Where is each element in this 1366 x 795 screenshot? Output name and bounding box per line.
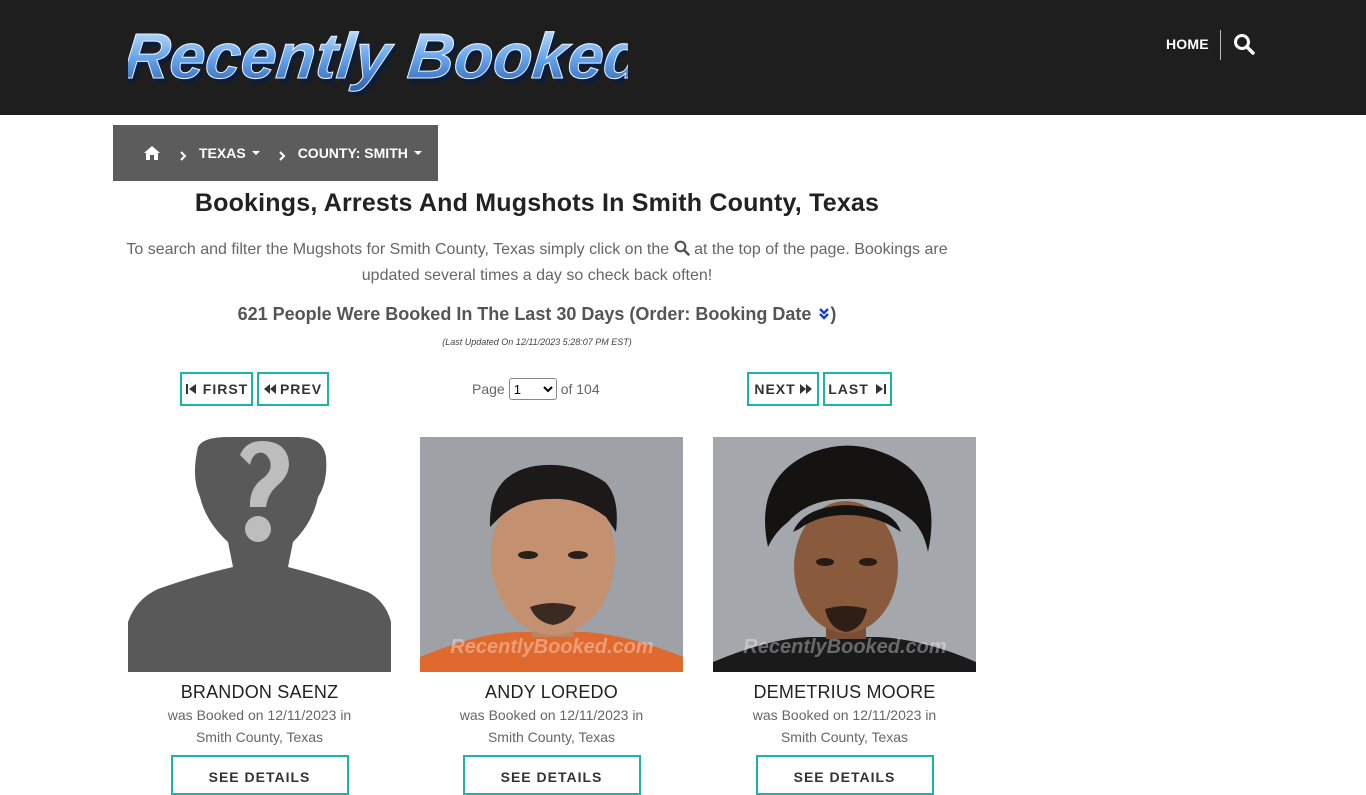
breadcrumb-state-dropdown[interactable]: TEXAS: [199, 145, 260, 161]
backward-icon: [263, 384, 276, 394]
booking-location-line: Smith County, Texas: [487, 729, 616, 745]
nav-divider: [1220, 30, 1221, 60]
see-details-button[interactable]: SEE DETAILS: [755, 755, 934, 795]
booking-count: 621 People Were Booked In The Last 30 Da…: [113, 304, 961, 325]
home-icon[interactable]: [143, 145, 161, 161]
breadcrumb: TEXAS COUNTY: SMITH: [113, 125, 438, 181]
caret-down-icon: [251, 151, 260, 155]
page-label: Page: [472, 381, 505, 397]
first-icon: [185, 384, 196, 394]
page-total-label: of 104: [560, 381, 600, 397]
svg-text:Recently Booked: Recently Booked: [128, 20, 628, 92]
double-chevron-down-icon[interactable]: [818, 305, 830, 320]
logo-graphic: Recently Booked Recently Booked: [120, 20, 653, 96]
forward-icon: [799, 384, 812, 394]
booking-card: RecentlyBooked.com DEMETRIUS MOORE was B…: [713, 437, 976, 795]
booking-date-line: was Booked on 12/11/2023 in: [167, 707, 352, 723]
booking-date-line: was Booked on 12/11/2023 in: [752, 707, 937, 723]
last-updated: (Last Updated On 12/11/2023 5:28:07 PM E…: [442, 337, 632, 347]
booking-location-line: Smith County, Texas: [780, 729, 909, 745]
booking-photo-placeholder[interactable]: [128, 437, 391, 672]
site-logo[interactable]: Recently Booked Recently Booked: [120, 18, 653, 98]
booking-name[interactable]: BRANDON SAENZ: [128, 682, 391, 703]
page-select[interactable]: 1: [508, 378, 557, 400]
mugshot-image: RecentlyBooked.com: [420, 437, 683, 672]
booking-name[interactable]: DEMETRIUS MOORE: [713, 682, 976, 703]
breadcrumb-state-label: TEXAS: [199, 145, 246, 161]
last-page-label: LAST: [828, 381, 869, 397]
booking-location-line: Smith County, Texas: [195, 729, 324, 745]
booking-count-close: ): [830, 304, 837, 324]
page-selector: Page 1 of 104: [472, 378, 600, 400]
prev-page-button[interactable]: PREV: [257, 372, 329, 406]
svg-text:RecentlyBooked.com: RecentlyBooked.com: [743, 636, 946, 658]
search-icon[interactable]: [1233, 33, 1255, 55]
description-text-start: To search and filter the Mugshots for Sm…: [126, 241, 670, 258]
page-description: To search and filter the Mugshots for Sm…: [113, 237, 961, 289]
breadcrumb-county-dropdown[interactable]: COUNTY: SMITH: [298, 145, 422, 161]
booking-mugshot[interactable]: RecentlyBooked.com: [713, 437, 976, 672]
svg-text:RecentlyBooked.com: RecentlyBooked.com: [450, 636, 653, 658]
booking-card: BRANDON SAENZ was Booked on 12/11/2023 i…: [128, 437, 391, 795]
chevron-right-icon: [278, 148, 286, 161]
booking-date-line: was Booked on 12/11/2023 in: [459, 707, 644, 723]
silhouette-placeholder-image: [128, 437, 391, 672]
booking-card: RecentlyBooked.com ANDY LOREDO was Booke…: [420, 437, 683, 795]
last-icon: [875, 384, 886, 394]
nav-home-link[interactable]: HOME: [1166, 36, 1209, 52]
page-title: Bookings, Arrests And Mugshots In Smith …: [194, 189, 880, 217]
mugshot-image: RecentlyBooked.com: [713, 437, 976, 672]
see-details-button[interactable]: SEE DETAILS: [170, 755, 349, 795]
next-page-label: NEXT: [754, 381, 796, 397]
first-page-button[interactable]: FIRST: [180, 372, 253, 406]
prev-page-label: PREV: [279, 381, 323, 397]
breadcrumb-county-label: COUNTY: SMITH: [297, 145, 408, 161]
booking-name[interactable]: ANDY LOREDO: [420, 682, 683, 703]
chevron-right-icon: [179, 148, 187, 161]
last-page-button[interactable]: LAST: [823, 372, 892, 406]
booking-mugshot[interactable]: RecentlyBooked.com: [420, 437, 683, 672]
caret-down-icon: [413, 151, 422, 155]
first-page-label: FIRST: [202, 381, 249, 397]
booking-count-text: 621 People Were Booked In The Last 30 Da…: [237, 304, 812, 324]
see-details-button[interactable]: SEE DETAILS: [462, 755, 641, 795]
search-icon: [674, 239, 690, 256]
next-page-button[interactable]: NEXT: [747, 372, 819, 406]
site-header: Recently Booked Recently Booked HOME: [0, 0, 1366, 115]
